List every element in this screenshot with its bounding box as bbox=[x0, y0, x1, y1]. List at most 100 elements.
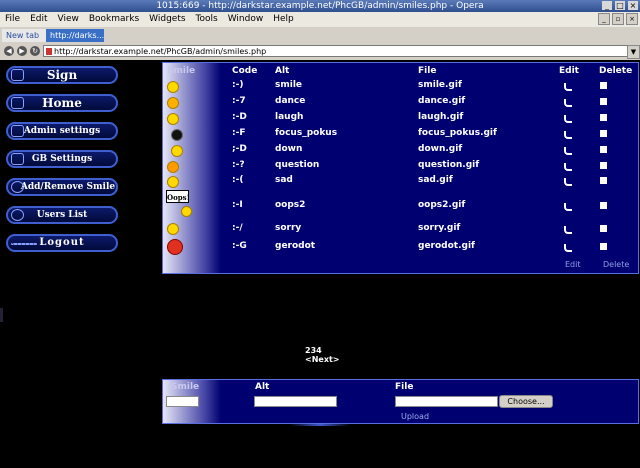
sidebar-item-sign[interactable]: Sign bbox=[6, 66, 118, 84]
sidebar-item-label: Users List bbox=[36, 210, 88, 220]
sidebar-item-home[interactable]: Home bbox=[6, 94, 118, 112]
smile-code-input[interactable] bbox=[166, 396, 199, 407]
row-code: :-F bbox=[232, 128, 246, 138]
menu-view[interactable]: View bbox=[53, 12, 84, 27]
add-smile-form: Smile Alt File Choose... Upload bbox=[162, 379, 639, 424]
sidebar-item-admin-settings[interactable]: Admin settings bbox=[6, 122, 118, 140]
document-window-controls: _ ▫ × bbox=[598, 13, 638, 25]
back-icon[interactable]: ◀ bbox=[4, 46, 14, 56]
tab-new[interactable]: New tab bbox=[2, 29, 52, 42]
edit-icon[interactable] bbox=[564, 99, 572, 107]
laugh-icon bbox=[167, 113, 179, 125]
panel-handle[interactable] bbox=[0, 308, 3, 322]
minimize-button[interactable]: _ bbox=[602, 1, 612, 10]
down-icon bbox=[171, 145, 183, 157]
row-file: smile.gif bbox=[418, 80, 462, 90]
sidebar-item-users-list[interactable]: Users List bbox=[6, 206, 118, 224]
edit-icon[interactable] bbox=[564, 83, 572, 91]
menu-bar: File Edit View Bookmarks Widgets Tools W… bbox=[0, 12, 640, 27]
row-alt: sorry bbox=[275, 223, 302, 233]
delete-checkbox[interactable] bbox=[600, 146, 607, 153]
delete-checkbox[interactable] bbox=[600, 82, 607, 89]
menu-file[interactable]: File bbox=[0, 12, 25, 27]
edit-link[interactable]: Edit bbox=[565, 260, 581, 269]
dance-icon bbox=[167, 97, 179, 109]
row-code: ;-D bbox=[232, 144, 247, 154]
edit-icon[interactable] bbox=[564, 203, 572, 211]
delete-checkbox[interactable] bbox=[600, 202, 607, 209]
next-page-link[interactable]: <Next> bbox=[305, 355, 340, 364]
delete-checkbox[interactable] bbox=[600, 114, 607, 121]
sidebar-item-gb-settings[interactable]: GB Settings bbox=[6, 150, 118, 168]
reload-icon[interactable]: ↻ bbox=[30, 46, 40, 56]
doc-restore-button[interactable]: ▫ bbox=[612, 13, 624, 25]
tab-new-label: New tab bbox=[6, 31, 40, 40]
row-file: question.gif bbox=[418, 160, 480, 170]
header-alt: Alt bbox=[275, 66, 290, 76]
maximize-button[interactable]: □ bbox=[615, 1, 625, 10]
menu-bookmarks[interactable]: Bookmarks bbox=[84, 12, 144, 27]
smiles-table: Smile Code Alt File Edit Delete :-) smil… bbox=[162, 62, 639, 274]
address-field[interactable]: http://darkstar.example.net/PhcGB/admin/… bbox=[43, 45, 628, 57]
file-path-input[interactable] bbox=[395, 396, 498, 407]
row-code: :-? bbox=[232, 160, 245, 170]
menu-help[interactable]: Help bbox=[268, 12, 299, 27]
row-alt: sad bbox=[275, 175, 293, 185]
row-alt: dance bbox=[275, 96, 306, 106]
sidebar-item-label: Logout bbox=[39, 237, 85, 248]
delete-checkbox[interactable] bbox=[600, 130, 607, 137]
delete-checkbox[interactable] bbox=[600, 225, 607, 232]
row-file: laugh.gif bbox=[418, 112, 464, 122]
delete-checkbox[interactable] bbox=[600, 98, 607, 105]
alt-label: Alt bbox=[255, 382, 270, 392]
menu-window[interactable]: Window bbox=[223, 12, 269, 27]
upload-button[interactable]: Upload bbox=[401, 412, 429, 421]
page-numbers[interactable]: 234 bbox=[305, 346, 340, 355]
address-dropdown-icon[interactable]: ▼ bbox=[627, 45, 640, 59]
tab-bar: New tab http://darks... bbox=[0, 27, 640, 44]
doc-minimize-button[interactable]: _ bbox=[598, 13, 610, 25]
row-code: :-) bbox=[232, 80, 244, 90]
menu-widgets[interactable]: Widgets bbox=[144, 12, 190, 27]
sidebar-item-label: Home bbox=[42, 96, 82, 110]
sidebar-item-label: Add/Remove Smile bbox=[20, 182, 116, 192]
close-button[interactable]: × bbox=[628, 1, 638, 10]
header-delete: Delete bbox=[599, 66, 633, 76]
choose-file-button[interactable]: Choose... bbox=[499, 395, 553, 408]
header-edit: Edit bbox=[559, 66, 579, 76]
delete-checkbox[interactable] bbox=[600, 243, 607, 250]
row-file: sad.gif bbox=[418, 175, 453, 185]
focus-pokus-icon bbox=[171, 129, 183, 141]
window-title: 1015:669 - http://darkstar.example.net/P… bbox=[156, 1, 484, 11]
decorative-divider bbox=[290, 424, 350, 426]
edit-icon[interactable] bbox=[564, 226, 572, 234]
edit-icon[interactable] bbox=[564, 244, 572, 252]
edit-icon[interactable] bbox=[564, 178, 572, 186]
delete-checkbox[interactable] bbox=[600, 162, 607, 169]
row-code: :-/ bbox=[232, 223, 243, 233]
edit-icon[interactable] bbox=[564, 115, 572, 123]
row-code: :-D bbox=[232, 112, 247, 122]
address-toolbar: ◀ ▶ ↻ http://darkstar.example.net/PhcGB/… bbox=[0, 43, 640, 60]
alt-input[interactable] bbox=[254, 396, 337, 407]
sidebar-item-logout[interactable]: Logout bbox=[6, 234, 118, 252]
row-code: :-G bbox=[232, 241, 247, 251]
edit-icon[interactable] bbox=[564, 163, 572, 171]
oops-icon bbox=[181, 206, 192, 217]
delete-link[interactable]: Delete bbox=[603, 260, 629, 269]
delete-checkbox[interactable] bbox=[600, 177, 607, 184]
tab-current[interactable]: http://darks... bbox=[46, 29, 104, 42]
menu-tools[interactable]: Tools bbox=[191, 12, 223, 27]
row-file: oops2.gif bbox=[418, 200, 466, 210]
page-content: Sign Home Admin settings GB Settings Add… bbox=[0, 60, 640, 468]
menu-edit[interactable]: Edit bbox=[25, 12, 52, 27]
doc-close-button[interactable]: × bbox=[626, 13, 638, 25]
question-icon bbox=[167, 161, 179, 173]
row-alt: question bbox=[275, 160, 320, 170]
sidebar-item-add-remove-smile[interactable]: Add/Remove Smile bbox=[6, 178, 118, 196]
row-file: focus_pokus.gif bbox=[418, 128, 497, 138]
oops-sign-icon: Oops! bbox=[166, 190, 190, 203]
edit-icon[interactable] bbox=[564, 147, 572, 155]
edit-icon[interactable] bbox=[564, 131, 572, 139]
forward-icon[interactable]: ▶ bbox=[17, 46, 27, 56]
